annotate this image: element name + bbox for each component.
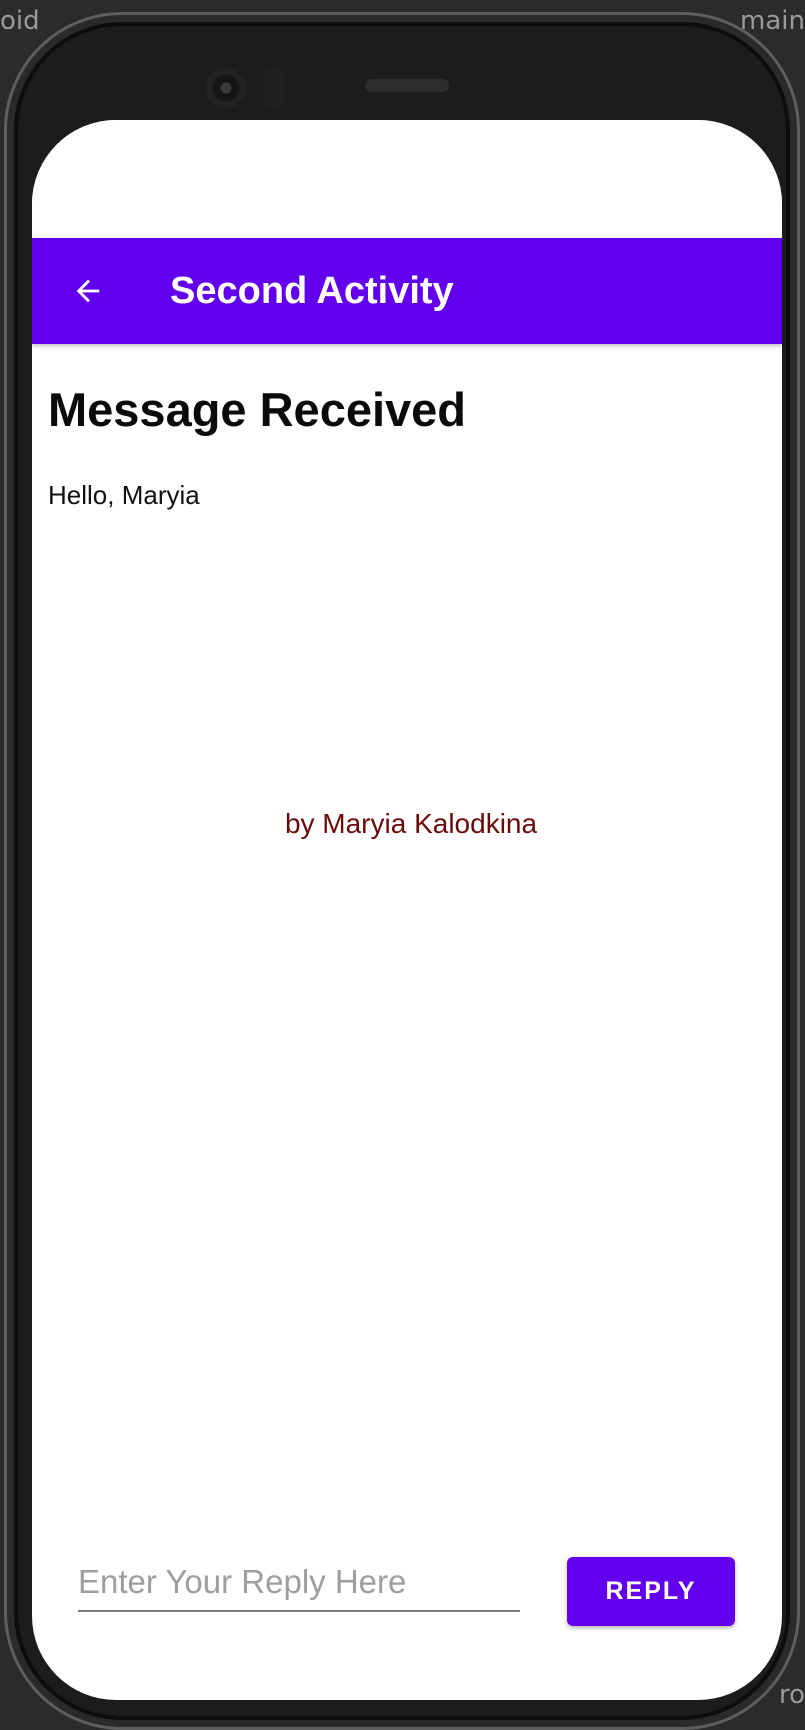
device-screen: Second Activity Message Received Hello, … bbox=[32, 120, 782, 1700]
reply-button[interactable]: REPLY bbox=[567, 1557, 735, 1626]
ide-text-left: oid bbox=[0, 6, 40, 36]
page-heading: Message Received bbox=[48, 383, 467, 436]
emulator-phone-frame: Second Activity Message Received Hello, … bbox=[4, 12, 800, 1730]
speaker-grille bbox=[365, 79, 449, 92]
app-bar-title: Second Activity bbox=[170, 270, 454, 312]
camera-icon bbox=[206, 68, 246, 108]
status-bar bbox=[32, 120, 782, 238]
author-credit: by Maryia Kalodkina bbox=[284, 808, 538, 839]
app-bar: Second Activity bbox=[32, 238, 782, 344]
arrow-back-icon bbox=[76, 279, 100, 303]
back-button[interactable] bbox=[60, 263, 116, 319]
sensor-icon bbox=[263, 68, 285, 108]
ide-text-bottom-right: ro bbox=[778, 1680, 805, 1710]
received-message: Hello, Maryia bbox=[48, 480, 200, 510]
reply-input[interactable] bbox=[78, 1554, 520, 1612]
ide-text-right: main bbox=[740, 6, 805, 36]
